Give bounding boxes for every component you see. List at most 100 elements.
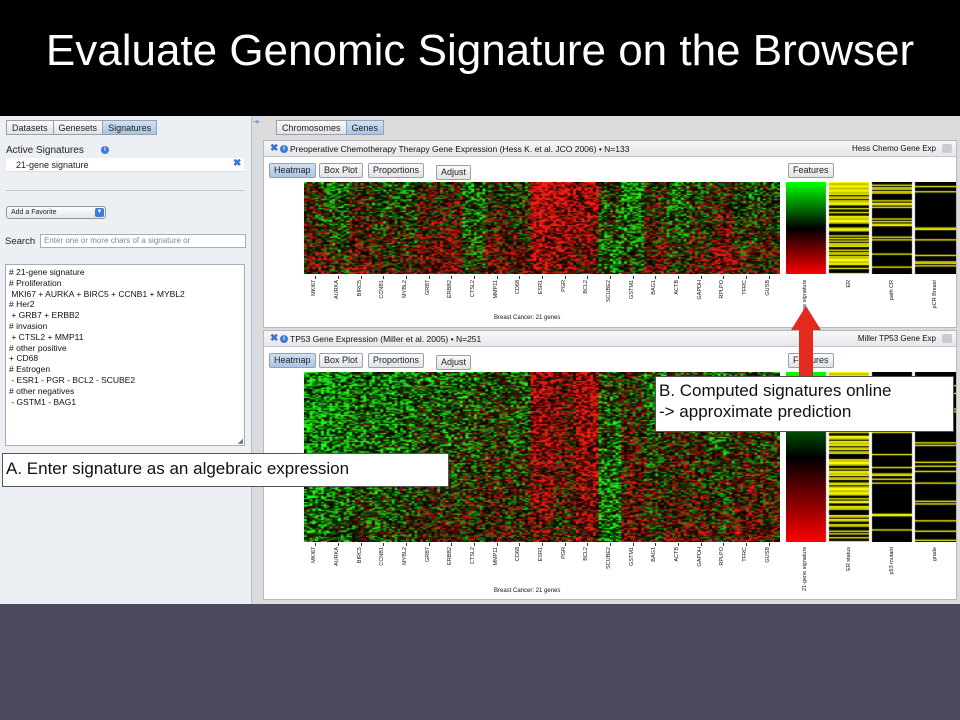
- resize-handle-icon[interactable]: ◢: [238, 437, 243, 445]
- feature-heatmap[interactable]: [786, 182, 956, 274]
- proportions-button[interactable]: Proportions: [368, 353, 425, 368]
- tab-datasets[interactable]: Datasets: [6, 120, 54, 135]
- gene-tick: [451, 276, 453, 279]
- gene-tick: [723, 543, 725, 546]
- gene-label: AURKA: [334, 280, 340, 299]
- box-plot-button[interactable]: Box Plot: [319, 163, 363, 178]
- gene-tick: [746, 543, 747, 546]
- expression-line: - GSTM1 - BAG1: [9, 396, 77, 407]
- gene-tick: [315, 276, 317, 279]
- tab-chromosomes[interactable]: Chromosomes: [276, 120, 347, 135]
- gene-heatmap[interactable]: [304, 182, 780, 274]
- tab-signatures[interactable]: Signatures: [102, 120, 158, 135]
- feature-label: grade: [932, 547, 938, 562]
- close-icon[interactable]: ✖: [270, 333, 278, 344]
- remove-signature-icon[interactable]: ✖: [233, 158, 241, 169]
- expression-line: # Estrogen: [9, 364, 51, 375]
- divider: [6, 190, 244, 191]
- gene-tick: [496, 543, 498, 546]
- proportions-button[interactable]: Proportions: [368, 163, 425, 178]
- gene-tick: [360, 276, 362, 279]
- gene-tick: [746, 276, 747, 279]
- info-icon[interactable]: i: [101, 146, 109, 154]
- heatmap-button[interactable]: Heatmap: [269, 163, 316, 178]
- panel-title: Preoperative Chemotherapy Therapy Gene E…: [290, 144, 630, 154]
- expand-icon[interactable]: ⇥: [253, 118, 259, 126]
- gene-tick: [360, 543, 362, 546]
- callout-b-line1: B. Computed signatures online: [659, 381, 892, 400]
- gene-label: CCNB1: [379, 280, 386, 299]
- gene-tick: [542, 276, 543, 279]
- gene-label: CTSL2: [470, 280, 476, 298]
- gene-label: CTSL2: [470, 547, 476, 565]
- adjust-button[interactable]: Adjust: [436, 355, 472, 370]
- gene-label: ERBB2: [447, 547, 454, 566]
- search-input[interactable]: Enter one or more chars of a signature o…: [40, 234, 246, 248]
- x-axis-caption: Breast Cancer: 21 genes: [494, 315, 561, 321]
- gene-label: MMP11: [492, 547, 499, 566]
- panel-splitter[interactable]: ⇥: [252, 116, 260, 604]
- expression-line: - ESR1 - PGR - BCL2 - SCUBE2: [9, 374, 136, 385]
- hess-heatmap-panel: ✖ i Preoperative Chemotherapy Therapy Ge…: [263, 140, 957, 328]
- gene-tick: [768, 543, 770, 546]
- gene-tick: [474, 543, 475, 546]
- adjust-button[interactable]: Adjust: [436, 165, 472, 180]
- tab-genesets[interactable]: Genesets: [52, 120, 104, 135]
- gene-label: CCNB1: [379, 547, 386, 566]
- info-icon[interactable]: i: [280, 335, 288, 343]
- gene-tick: [383, 543, 385, 546]
- gene-label: TFRC: [742, 547, 748, 562]
- callout-b-line2: -> approximate prediction: [659, 402, 852, 421]
- tab-genes[interactable]: Genes: [345, 120, 385, 135]
- gene-tick: [564, 276, 566, 279]
- gene-tick: [496, 276, 498, 279]
- expression-line: MKI67 + AURKA + BIRC5 + CCNB1 + MYBL2: [9, 288, 185, 299]
- gene-label: ESR1: [538, 280, 544, 295]
- gene-tick: [723, 276, 725, 279]
- add-favorite-label: Add a Favorite: [11, 209, 57, 216]
- info-icon[interactable]: i: [280, 145, 288, 153]
- gene-label: BIRC5: [356, 547, 363, 564]
- close-icon[interactable]: ✖: [270, 143, 278, 154]
- feature-label: ER status: [846, 547, 852, 571]
- heatmap-button[interactable]: Heatmap: [269, 353, 316, 368]
- gene-label: GSTM1: [628, 547, 635, 566]
- gene-label: ACTB: [674, 547, 680, 562]
- features-button[interactable]: Features: [788, 163, 834, 178]
- left-tabs: Datasets Genesets Signatures: [6, 120, 158, 135]
- panel-header: ✖ i Preoperative Chemotherapy Therapy Ge…: [264, 141, 956, 157]
- expression-line: # 21-gene signature: [9, 267, 85, 277]
- active-signature-name: 21-gene signature: [16, 160, 89, 170]
- panel-menu-icon[interactable]: [942, 334, 952, 343]
- expression-line: # other negatives: [9, 385, 75, 396]
- slide-title: Evaluate Genomic Signature on the Browse…: [45, 26, 915, 75]
- gene-tick: [315, 543, 317, 546]
- gene-label: CD68: [515, 280, 522, 295]
- gene-tick: [428, 543, 430, 546]
- active-signature-row[interactable]: 21-gene signature ✖: [6, 158, 244, 172]
- gene-label: GUSB: [764, 547, 771, 563]
- browser-screenshot: Datasets Genesets Signatures Active Sign…: [0, 116, 960, 604]
- signature-expression-editor[interactable]: # 21-gene signature # Proliferation MKI6…: [5, 264, 245, 446]
- gene-label: ERBB2: [447, 280, 454, 299]
- gene-tick: [587, 276, 589, 279]
- gene-label: BCL2: [583, 280, 590, 294]
- expression-line: + CTSL2 + MMP11: [9, 331, 84, 342]
- add-favorite-select[interactable]: Add a Favorite ▼: [6, 206, 106, 219]
- gene-label: GUSB: [764, 280, 771, 296]
- gene-tick: [655, 543, 657, 546]
- right-tabs: Chromosomes Genes: [276, 120, 385, 135]
- box-plot-button[interactable]: Box Plot: [319, 353, 363, 368]
- panel-menu-icon[interactable]: [942, 144, 952, 153]
- dataset-name: Hess Chemo Gene Exp: [851, 144, 936, 153]
- gene-label: MMP11: [492, 280, 499, 299]
- gene-label: AURKA: [334, 547, 340, 566]
- search-label: Search: [5, 236, 36, 247]
- expression-line: # Proliferation: [9, 277, 62, 288]
- gene-tick: [519, 543, 521, 546]
- gene-label: TFRC: [742, 280, 748, 295]
- callout-a: A. Enter signature as an algebraic expre…: [2, 453, 449, 487]
- arrow-shaft: [799, 328, 813, 378]
- gene-tick: [542, 543, 543, 546]
- feature-label: pCR Breast: [932, 280, 938, 309]
